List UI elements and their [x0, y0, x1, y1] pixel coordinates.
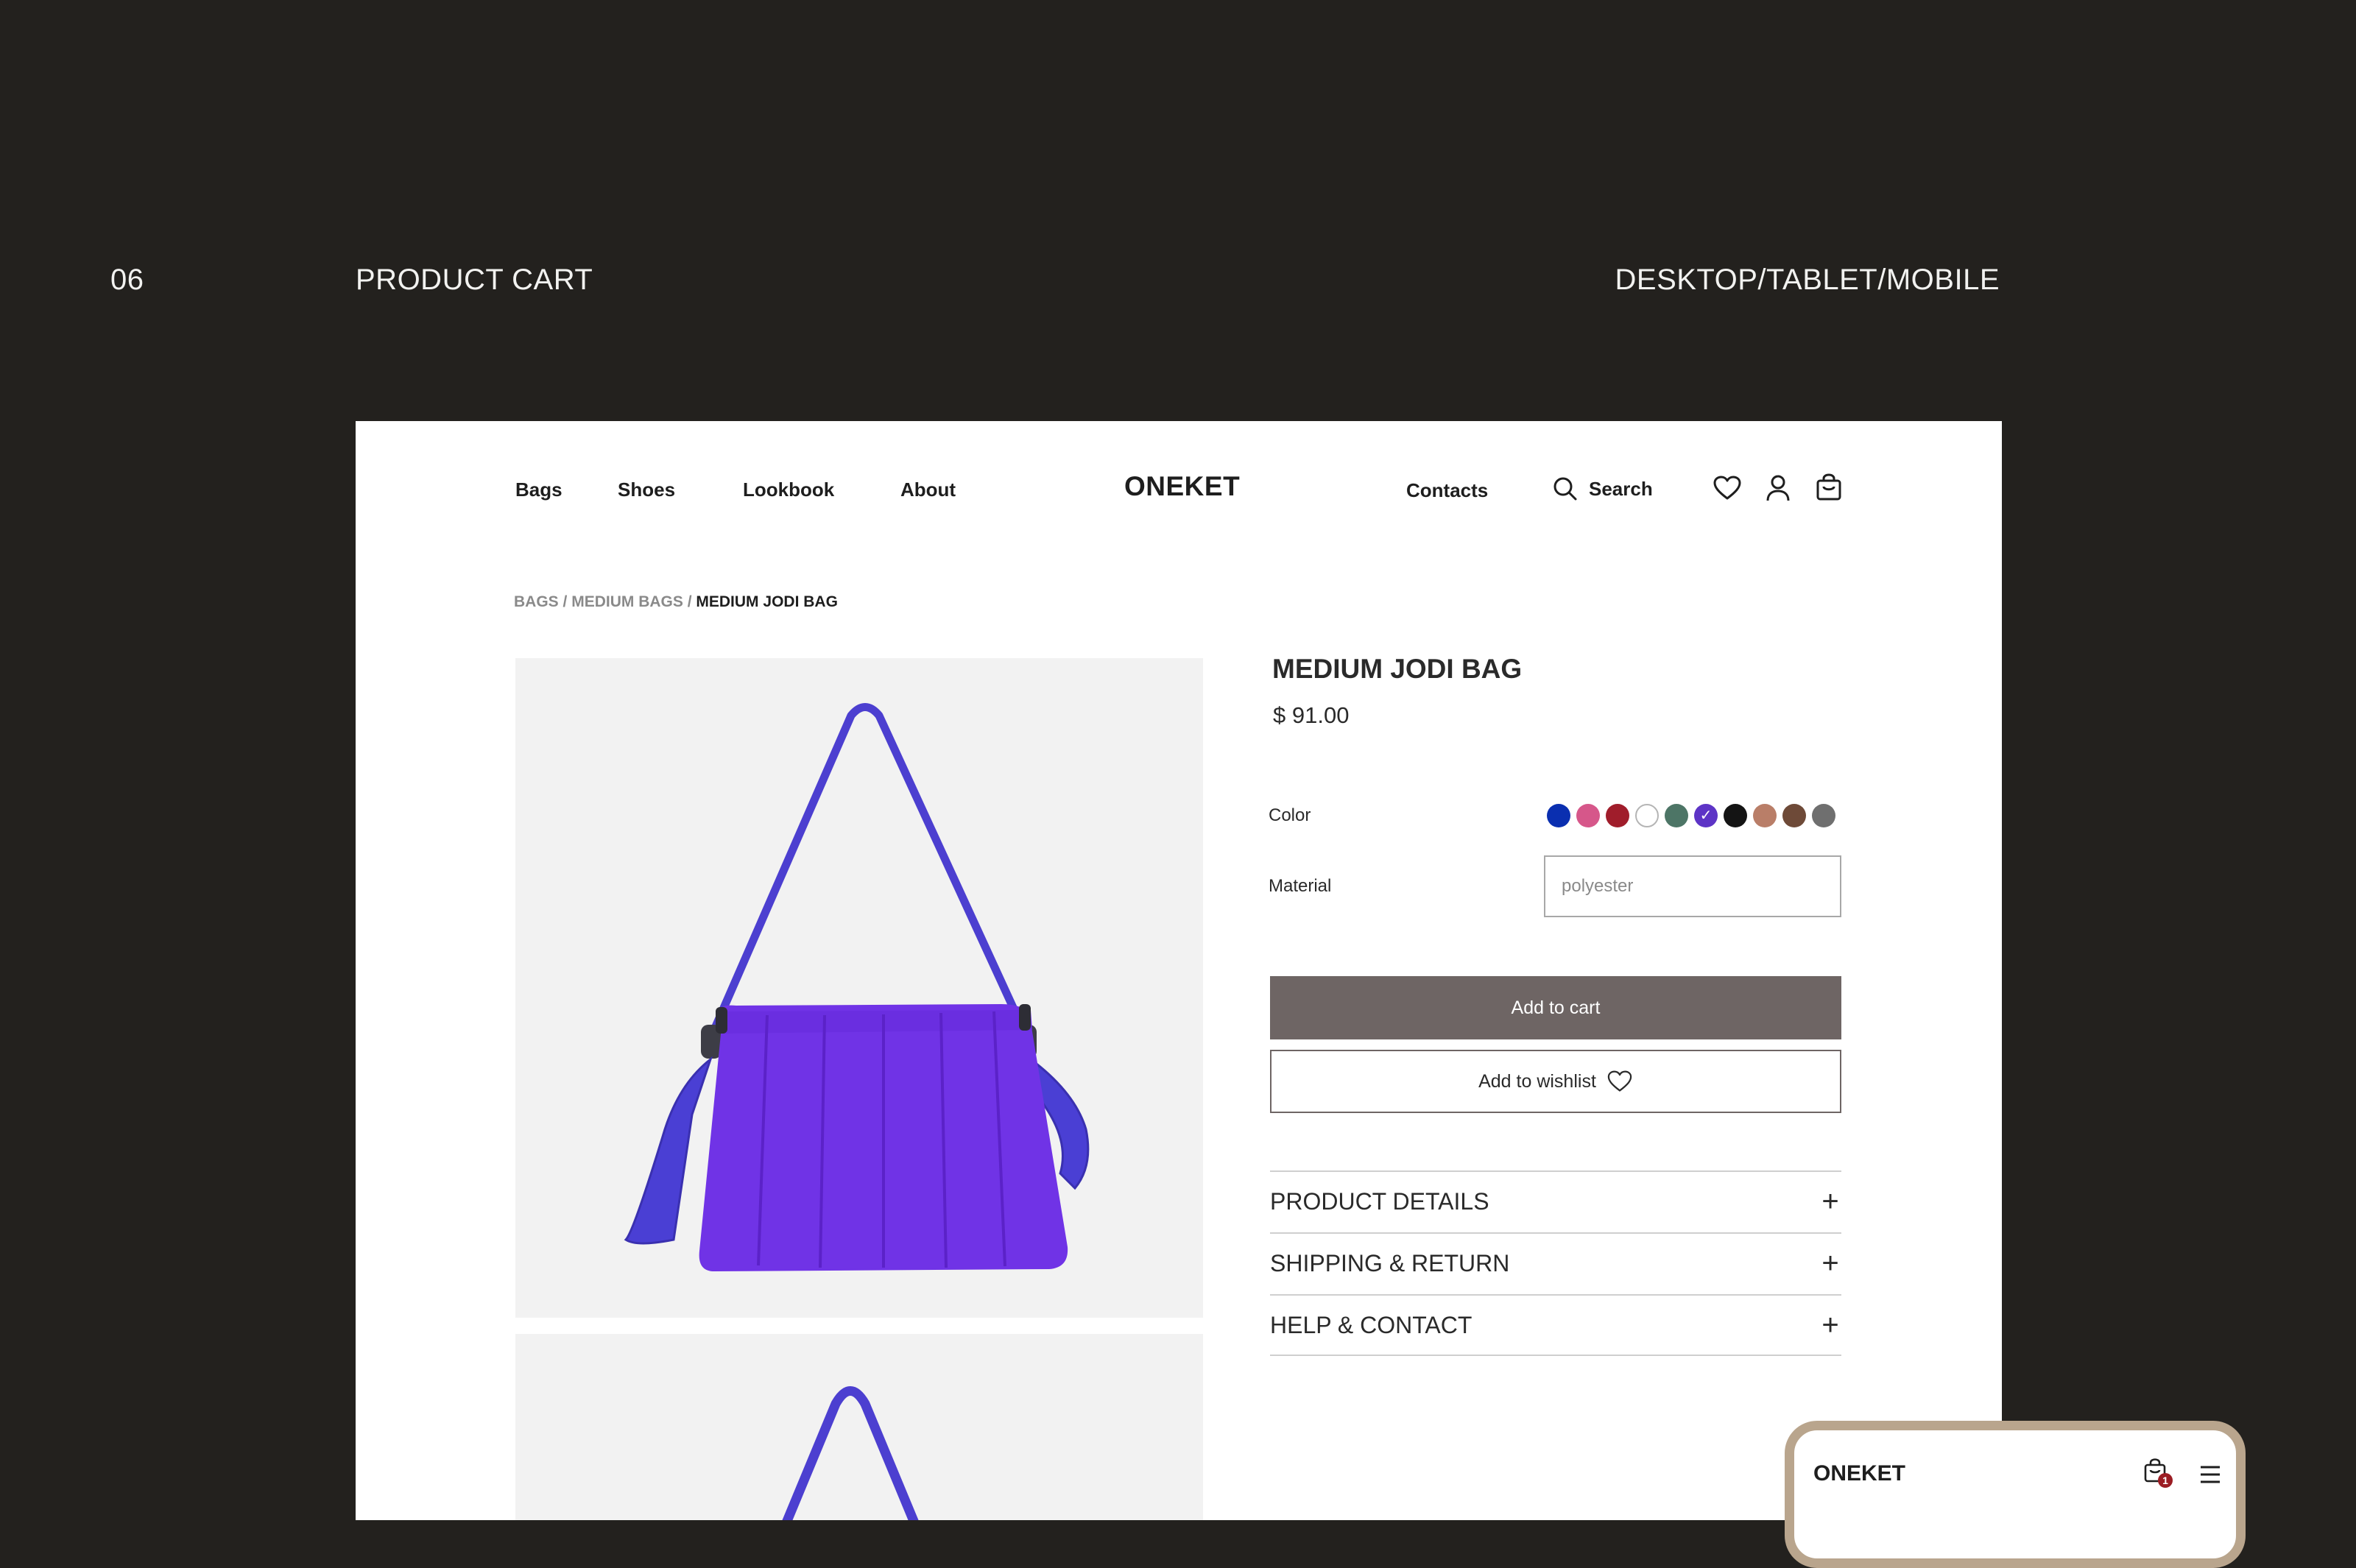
section-title: PRODUCT CART	[356, 264, 593, 296]
color-swatch[interactable]	[1753, 804, 1777, 827]
color-swatch[interactable]	[1606, 804, 1629, 827]
accordion-shipping-return[interactable]: SHIPPING & RETURN +	[1270, 1232, 1841, 1293]
product-image-main[interactable]	[515, 658, 1203, 1318]
color-swatches: ✓	[1547, 804, 1835, 829]
color-swatch[interactable]: ✓	[1694, 804, 1718, 827]
color-swatch[interactable]	[1665, 804, 1688, 827]
add-to-wishlist-button[interactable]: Add to wishlist	[1270, 1050, 1841, 1113]
plus-icon: +	[1821, 1246, 1839, 1279]
desktop-mockup: Bags Shoes Lookbook About ONEKET Contact…	[356, 421, 2002, 1520]
color-swatch[interactable]	[1724, 804, 1747, 827]
breadcrumb-link-bags[interactable]: BAGS	[514, 593, 559, 610]
heart-icon[interactable]	[1713, 475, 1742, 501]
product-title: MEDIUM JODI BAG	[1272, 654, 1523, 684]
check-icon: ✓	[1699, 808, 1713, 824]
nav-link-contacts[interactable]: Contacts	[1406, 479, 1488, 502]
plus-icon: +	[1821, 1184, 1839, 1218]
cart-badge-count: 1	[2162, 1475, 2168, 1486]
section-number: 06	[110, 264, 144, 296]
accordion-label: SHIPPING & RETURN	[1270, 1249, 1510, 1276]
accordion-help-contact[interactable]: HELP & CONTACT +	[1270, 1294, 1841, 1356]
accordion-label: HELP & CONTACT	[1270, 1311, 1472, 1338]
add-to-wishlist-label: Add to wishlist	[1478, 1070, 1596, 1092]
search-icon	[1552, 476, 1579, 502]
plus-icon: +	[1821, 1308, 1839, 1341]
cart-icon[interactable]: 1	[2143, 1458, 2174, 1491]
color-swatch[interactable]	[1812, 804, 1835, 827]
color-label: Color	[1269, 805, 1311, 825]
breadcrumb-separator: /	[558, 593, 572, 610]
cart-icon[interactable]	[1816, 473, 1842, 501]
color-swatch[interactable]	[1547, 804, 1570, 827]
breadcrumb-separator: /	[683, 593, 696, 610]
accordion-product-details[interactable]: PRODUCT DETAILS +	[1270, 1170, 1841, 1231]
nav-link-shoes[interactable]: Shoes	[618, 478, 675, 501]
mobile-logo[interactable]: ONEKET	[1813, 1461, 1905, 1486]
breadcrumb-current: MEDIUM JODI BAG	[696, 593, 838, 610]
material-field[interactable]: polyester	[1544, 855, 1841, 917]
nav-link-lookbook[interactable]: Lookbook	[743, 478, 834, 501]
mobile-mockup: ONEKET 1	[1785, 1421, 2246, 1568]
product-image-secondary[interactable]	[515, 1334, 1203, 1520]
accordion-label: PRODUCT DETAILS	[1270, 1187, 1489, 1215]
color-swatch[interactable]	[1576, 804, 1600, 827]
search-button[interactable]: Search	[1552, 476, 1653, 502]
section-devices-label: DESKTOP/TABLET/MOBILE	[1615, 264, 2000, 296]
breadcrumb: BAGS / MEDIUM BAGS / MEDIUM JODI BAG	[514, 593, 838, 611]
breadcrumb-link-medium-bags[interactable]: MEDIUM BAGS	[571, 593, 683, 610]
product-price: $ 91.00	[1273, 702, 1350, 728]
search-label: Search	[1589, 477, 1653, 500]
menu-icon[interactable]	[2199, 1464, 2221, 1485]
color-swatch[interactable]	[1635, 804, 1659, 827]
nav-link-bags[interactable]: Bags	[515, 478, 562, 501]
user-icon[interactable]	[1766, 474, 1791, 502]
heart-icon	[1606, 1070, 1633, 1093]
color-swatch[interactable]	[1782, 804, 1806, 827]
add-to-cart-button[interactable]: Add to cart	[1270, 976, 1841, 1039]
site-logo[interactable]: ONEKET	[1124, 471, 1240, 502]
nav-link-about[interactable]: About	[900, 478, 956, 501]
material-label: Material	[1269, 876, 1332, 896]
